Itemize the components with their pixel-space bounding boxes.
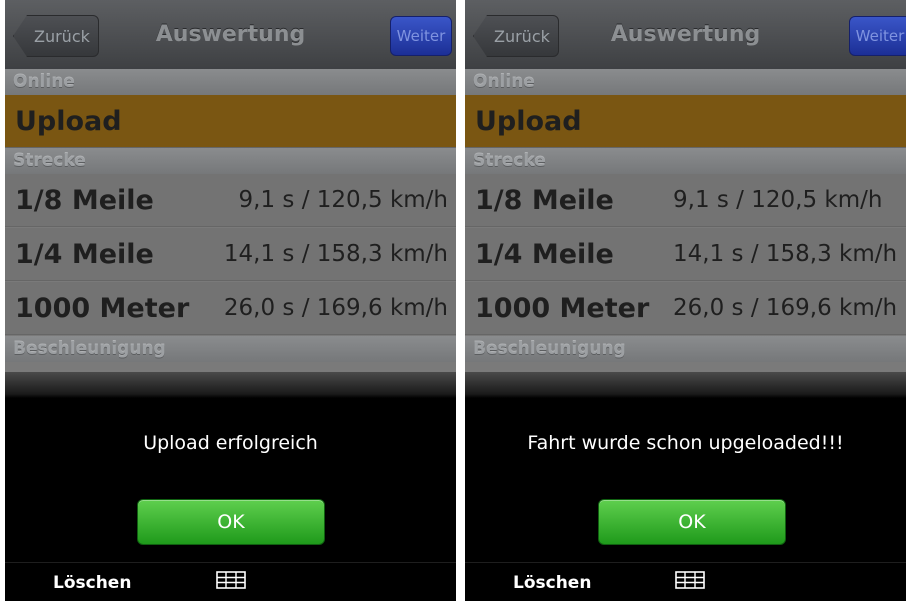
- upload-label: Upload: [15, 105, 122, 137]
- upload-label: Upload: [475, 105, 582, 137]
- ok-button[interactable]: OK: [137, 499, 325, 545]
- result-label: 1/4 Meile: [475, 238, 614, 270]
- result-value: 9,1 s / 120,5 km/h: [238, 187, 448, 213]
- screen-right: Zurück Auswertung Weiter Online Upload S…: [465, 0, 906, 601]
- navigation-bar: Zurück Auswertung Weiter: [465, 0, 906, 69]
- result-label: 1000 Meter: [15, 292, 190, 324]
- result-value: 26,0 s / 169,6 km/h: [223, 295, 448, 321]
- section-header-strecke: Strecke: [5, 148, 456, 174]
- page-title: Auswertung: [155, 22, 306, 47]
- alert-message: Upload erfolgreich: [143, 432, 318, 454]
- result-row[interactable]: 1/4 Meile 14,1 s / 158,3 km/h: [465, 228, 906, 281]
- result-row[interactable]: 1000 Meter 26,0 s / 169,6 km/h: [5, 282, 456, 335]
- section-header-strecke: Strecke: [465, 148, 906, 174]
- section-header-beschleunigung: Beschleunigung: [465, 336, 906, 362]
- delete-button[interactable]: Löschen: [53, 573, 131, 593]
- screen-left: Zurück Auswertung Weiter Online Upload S…: [5, 0, 456, 601]
- alert-dialog: Fahrt wurde schon upgeloaded!!! OK: [465, 372, 906, 562]
- section-header-online: Online: [465, 69, 906, 95]
- bottom-toolbar: Löschen: [465, 562, 906, 601]
- result-row[interactable]: 1000 Meter 26,0 s / 169,6 km/h: [465, 282, 906, 335]
- table-icon[interactable]: [216, 571, 246, 589]
- upload-row[interactable]: Upload: [5, 95, 456, 148]
- result-label: 1000 Meter: [475, 292, 650, 324]
- result-row[interactable]: 1/8 Meile 9,1 s / 120,5 km/h: [5, 174, 456, 227]
- result-label: 1/8 Meile: [475, 184, 614, 216]
- alert-message: Fahrt wurde schon upgeloaded!!!: [527, 432, 844, 454]
- navigation-bar: Zurück Auswertung Weiter: [5, 0, 456, 69]
- alert-dialog: Upload erfolgreich OK: [5, 372, 456, 562]
- next-button[interactable]: Weiter: [849, 16, 906, 56]
- result-value: 14,1 s / 158,3 km/h: [223, 241, 448, 267]
- result-value: 9,1 s / 120,5 km/h: [673, 187, 883, 213]
- result-label: 1/8 Meile: [15, 184, 154, 216]
- result-value: 26,0 s / 169,6 km/h: [673, 295, 898, 321]
- ok-button[interactable]: OK: [598, 499, 786, 545]
- table-icon[interactable]: [675, 571, 705, 589]
- result-label: 1/4 Meile: [15, 238, 154, 270]
- result-row[interactable]: 1/8 Meile 9,1 s / 120,5 km/h: [465, 174, 906, 227]
- page-title: Auswertung: [610, 22, 761, 47]
- delete-button[interactable]: Löschen: [513, 573, 591, 593]
- result-row[interactable]: 1/4 Meile 14,1 s / 158,3 km/h: [5, 228, 456, 281]
- upload-row[interactable]: Upload: [465, 95, 906, 148]
- section-header-beschleunigung: Beschleunigung: [5, 336, 456, 362]
- section-header-online: Online: [5, 69, 456, 95]
- next-button[interactable]: Weiter: [390, 16, 452, 56]
- result-value: 14,1 s / 158,3 km/h: [673, 241, 898, 267]
- bottom-toolbar: Löschen: [5, 562, 456, 601]
